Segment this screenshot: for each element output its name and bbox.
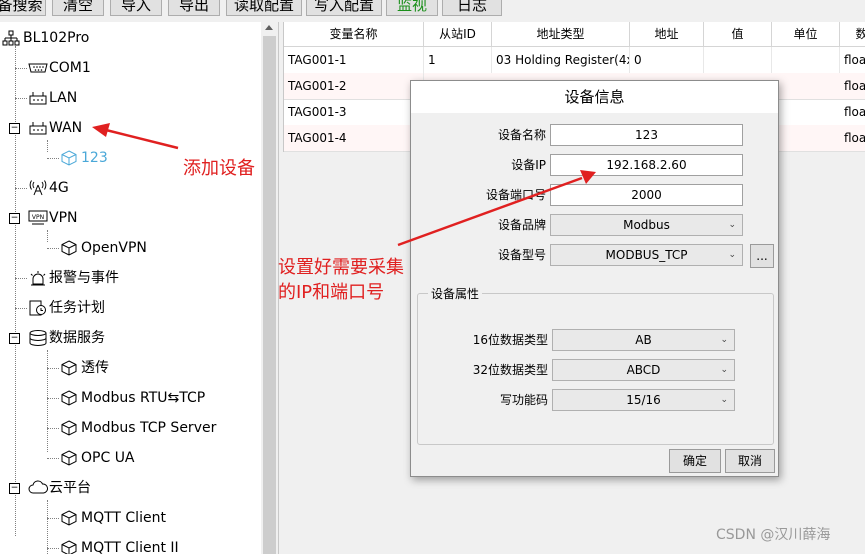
watermark: CSDN @汉川薛海 [716,527,831,543]
annotation-set-ip-line1: 设置好需要采集 [278,257,404,278]
annotation-arrows [92,123,596,247]
annotation-add-device: 添加设备 [183,158,255,179]
annotation-set-ip-line2: 的IP和端口号 [278,282,385,303]
